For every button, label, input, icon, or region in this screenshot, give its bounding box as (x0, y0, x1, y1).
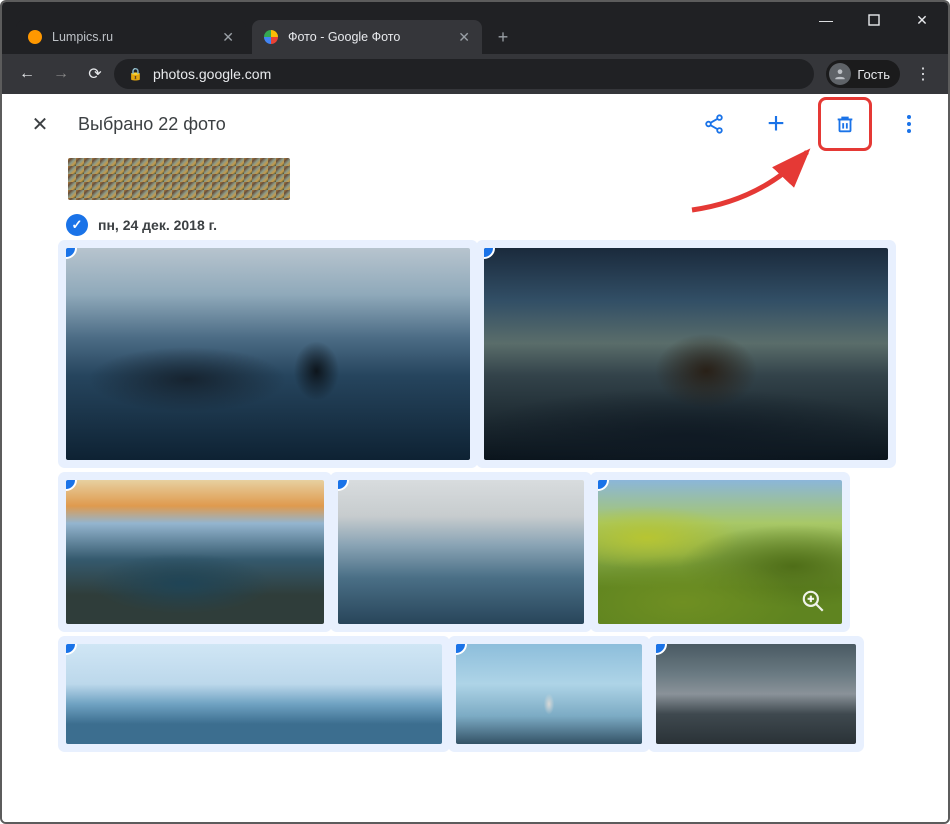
window-controls: — ✕ (812, 8, 936, 32)
photo-image (484, 248, 888, 460)
window-minimize-button[interactable]: — (812, 8, 840, 32)
selection-count-text: Выбрано 22 фото (78, 114, 226, 135)
photo-thumbnail[interactable]: ✓ (598, 480, 842, 624)
photo-image (66, 248, 470, 460)
photo-thumbnail[interactable]: ✓ (66, 644, 442, 744)
section-date-header[interactable]: ✓ пн, 24 дек. 2018 г. (66, 214, 934, 236)
url-text: photos.google.com (153, 66, 271, 82)
photo-grid-row-1: ✓ ✓ (16, 248, 934, 460)
tab-close-icon[interactable]: ✕ (222, 29, 234, 46)
maximize-icon (868, 14, 880, 26)
window-maximize-button[interactable] (860, 8, 888, 32)
window-close-button[interactable]: ✕ (908, 8, 936, 32)
appbar-actions: + (694, 97, 924, 151)
photo-image (656, 644, 856, 744)
browser-menu-button[interactable]: ⋮ (908, 59, 938, 89)
nav-reload-button[interactable]: ⟳ (80, 59, 110, 89)
photo-thumbnail[interactable]: ✓ (66, 480, 324, 624)
titlebar (2, 2, 948, 14)
tab-strip: Lumpics.ru ✕ Фото - Google Фото ✕ + (2, 14, 948, 54)
profile-label: Гость (857, 67, 890, 82)
photo-image (66, 480, 324, 624)
photo-image (66, 644, 442, 744)
photo-grid-row-3: ✓ ✓ ✓ (16, 644, 934, 744)
photo-thumbnail[interactable]: ✓ (338, 480, 584, 624)
browser-window: — ✕ Lumpics.ru ✕ Фото - Google Фото ✕ + … (0, 0, 950, 824)
photo-thumbnail[interactable]: ✓ (66, 248, 470, 460)
lock-icon: 🔒 (128, 67, 143, 81)
address-bar: ← → ⟳ 🔒 photos.google.com Гость ⋮ (2, 54, 948, 94)
tab-title: Lumpics.ru (52, 30, 214, 44)
more-options-button[interactable] (894, 115, 924, 133)
nav-forward-button[interactable]: → (46, 59, 76, 89)
delete-button[interactable] (834, 113, 856, 135)
previous-section-partial (16, 158, 934, 200)
photo-thumbnail[interactable]: ✓ (456, 644, 642, 744)
zoom-icon[interactable] (800, 588, 826, 614)
tab-lumpics[interactable]: Lumpics.ru ✕ (16, 20, 246, 54)
tab-close-icon[interactable]: ✕ (458, 29, 470, 46)
section-date-label: пн, 24 дек. 2018 г. (98, 217, 217, 233)
clear-selection-button[interactable]: ✕ (26, 110, 54, 138)
photo-grid-area: ✓ пн, 24 дек. 2018 г. ✓ ✓ ✓ ✓ ✓ (2, 154, 948, 822)
photo-thumbnail[interactable] (68, 158, 290, 200)
add-to-button[interactable]: + (756, 104, 796, 144)
delete-button-highlight (818, 97, 872, 151)
photo-grid-row-2: ✓ ✓ ✓ (16, 480, 934, 624)
favicon-icon (264, 30, 278, 44)
section-select-check-icon[interactable]: ✓ (66, 214, 88, 236)
selection-app-bar: ✕ Выбрано 22 фото + (2, 94, 948, 154)
photo-image (456, 644, 642, 744)
photo-thumbnail[interactable]: ✓ (656, 644, 856, 744)
photo-image (338, 480, 584, 624)
photo-thumbnail[interactable]: ✓ (484, 248, 888, 460)
profile-chip[interactable]: Гость (826, 60, 900, 88)
avatar-icon (829, 63, 851, 85)
tab-title: Фото - Google Фото (288, 30, 450, 44)
new-tab-button[interactable]: + (488, 22, 518, 52)
omnibox[interactable]: 🔒 photos.google.com (114, 59, 814, 89)
favicon-icon (28, 30, 42, 44)
trash-icon (834, 113, 856, 135)
tab-google-photos[interactable]: Фото - Google Фото ✕ (252, 20, 482, 54)
nav-back-button[interactable]: ← (12, 59, 42, 89)
share-button[interactable] (694, 104, 734, 144)
share-icon (703, 113, 725, 135)
